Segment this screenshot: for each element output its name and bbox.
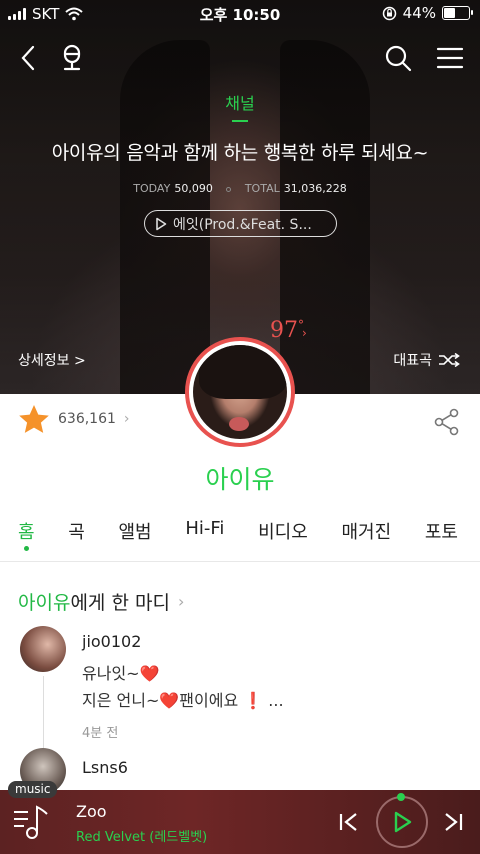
featured-song-button[interactable]: 에잇(Prod.&Feat. S... (144, 210, 337, 237)
search-button[interactable] (380, 40, 416, 76)
playlist-icon[interactable] (12, 802, 52, 842)
hamburger-menu-icon (436, 47, 464, 69)
representative-songs-label: 대표곡 (393, 353, 432, 369)
like-count-button[interactable]: 636,161 › (18, 404, 130, 434)
total-value: 31,036,228 (283, 182, 347, 195)
back-button[interactable] (10, 40, 46, 76)
play-icon (394, 811, 412, 833)
comments-title-artist: 아이유 (18, 592, 71, 614)
play-outline-icon (156, 217, 167, 230)
tab-magazine[interactable]: 매거진 (341, 518, 391, 562)
chevron-right-icon: › (177, 592, 185, 611)
chevron-left-icon (21, 45, 35, 71)
voice-search-button[interactable] (54, 40, 90, 76)
comment-username[interactable]: jio0102 (82, 632, 141, 651)
tab-albums[interactable]: 앨범 (119, 518, 152, 562)
like-count: 636,161 (58, 411, 116, 427)
comment-username[interactable]: Lsns6 (82, 758, 128, 777)
comment-time: 4분 전 (82, 726, 119, 741)
now-playing-title: Zoo (76, 802, 107, 821)
battery-icon (442, 6, 473, 20)
comment-text-line1: 유나잇~❤️ (82, 660, 160, 684)
status-bar: SKT 오후 10:50 44% (0, 0, 480, 28)
artist-name: 아이유 (205, 465, 275, 494)
fan-temperature-value: 97 (270, 318, 298, 343)
comment-avatar[interactable] (20, 626, 66, 672)
artist-hero: SKT 오후 10:50 44% 채널 아이유의 음악과 함께 하는 행복한 하… (0, 0, 480, 394)
channel-label[interactable]: 채널 (0, 90, 480, 114)
fan-temperature[interactable]: 97° (270, 318, 304, 343)
tab-home[interactable]: 홈 (18, 518, 35, 562)
heart-icon: ❤️ (139, 664, 160, 683)
comment-text: 유나잇~ (82, 664, 140, 683)
separator-dot (226, 186, 232, 192)
share-icon (434, 408, 459, 436)
progress-indicator (397, 793, 405, 801)
menu-button[interactable] (432, 40, 468, 76)
detail-info-link[interactable]: 상세정보 > (18, 350, 86, 370)
comment-text: 지은 언니~ (82, 691, 160, 710)
heart-icon: ❤️ (159, 691, 180, 710)
visitor-counts: TODAY 50,090 TOTAL 31,036,228 (0, 182, 480, 195)
tab-songs[interactable]: 곡 (68, 518, 85, 562)
today-value: 50,090 (174, 182, 213, 195)
share-button[interactable] (434, 408, 460, 440)
comment-text: 팬이에요 (179, 691, 239, 710)
artist-photo (193, 345, 287, 439)
play-button[interactable] (376, 796, 428, 848)
next-track-icon[interactable] (442, 812, 464, 832)
star-icon (19, 405, 49, 433)
featured-song-title: 에잇(Prod.&Feat. S... (173, 216, 312, 233)
exclamation-icon: ❗ (243, 691, 264, 710)
search-icon (385, 45, 412, 72)
representative-songs-button[interactable]: 대표곡 (393, 350, 460, 370)
tab-hifi[interactable]: Hi-Fi (185, 518, 224, 562)
chevron-right-icon: › (302, 326, 307, 340)
orientation-lock-icon (382, 6, 396, 20)
tab-videos[interactable]: 비디오 (258, 518, 308, 562)
previous-track-icon[interactable] (338, 812, 360, 832)
comments-title-text: 에게 한 마디 (70, 592, 170, 614)
now-playing-artist: Red Velvet (레드벨벳) (76, 830, 208, 845)
comments-section-title[interactable]: 아이유 에게 한 마디 › (18, 588, 184, 615)
channel-headline: 아이유의 음악과 함께 하는 행복한 하루 되세요~ (51, 142, 429, 164)
channel-underline (232, 120, 248, 122)
shuffle-icon (439, 353, 460, 367)
mini-player[interactable]: Zoo Red Velvet (레드벨벳) (0, 790, 480, 854)
battery-percent: 44% (402, 4, 436, 22)
artist-tabs: 홈 곡 앨범 Hi-Fi 비디오 매거진 포토 (0, 518, 480, 562)
artist-avatar[interactable] (185, 337, 295, 447)
music-tag: music (8, 781, 58, 798)
chevron-right-icon: › (123, 411, 130, 427)
comment-text-line2: 지은 언니~❤️팬이에요 ❗ ... (82, 691, 284, 710)
microphone-icon (63, 44, 81, 71)
today-label: TODAY (133, 182, 171, 195)
tab-photos[interactable]: 포토 (425, 518, 458, 562)
total-label: TOTAL (244, 182, 280, 195)
